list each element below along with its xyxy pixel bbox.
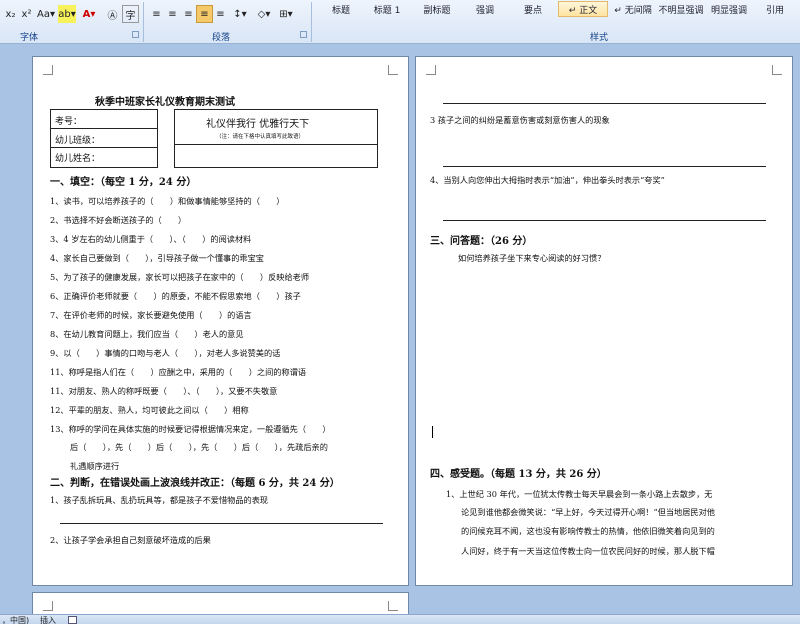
list-item: 的问候充耳不闻，这也没有影响传教士的热情，他依旧微笑着向见到的 [461, 526, 715, 536]
change-case-button[interactable]: Aa▾ [35, 5, 57, 23]
answer-line [60, 523, 383, 524]
macro-record-icon[interactable] [68, 616, 77, 624]
list-item: 礼遇顺序进行 [70, 461, 120, 471]
style-no-spacing[interactable]: ↵ 无间隔 [608, 1, 658, 17]
section-4-heading: 四、感受题。（每题 13 分，共 26 分） [430, 469, 607, 480]
list-item: 13、称呼的学问在具体实施的时候要记得根据情况来定，一般遵循先（ ） [50, 424, 331, 434]
distribute-button[interactable]: ≡ [212, 5, 229, 23]
list-item: 2、让孩子学会承担自己刻意破坏造成的后果 [50, 535, 211, 545]
answer-line [443, 166, 766, 167]
child-name-label: 幼儿姓名： [55, 154, 101, 164]
list-item: 3、4 岁左右的幼儿侧重于（ ）、（ ）的阅读材料 [50, 234, 252, 244]
style-subtitle[interactable]: 副标题 [412, 1, 462, 17]
highlight-button[interactable]: ab▾ [58, 5, 76, 23]
status-bar: ，中国) 插入 [0, 614, 800, 624]
group-separator [143, 2, 144, 42]
paragraph-dialog-launcher-icon[interactable] [300, 31, 307, 38]
style-quote[interactable]: 引用 [750, 1, 800, 17]
list-item: 后（ ），先（ ）后（ ），先（ ）后（ ），先疏后亲的 [70, 442, 328, 452]
crop-mark [43, 65, 53, 75]
language-indicator[interactable]: ，中国) [2, 615, 29, 624]
borders-button[interactable]: ⊞▾ [276, 5, 296, 23]
list-item: 4、当别人向您伸出大拇指时表示“加油”，伸出拳头时表示“夸奖” [430, 175, 665, 185]
enclose-char-button[interactable]: Ⓐ [104, 5, 121, 23]
list-item: 1、上世纪 30 年代，一位犹太传教士每天早晨会到一条小路上去散步，无 [446, 489, 713, 499]
style-intense-emphasis[interactable]: 明显强调 [704, 1, 754, 17]
crop-mark [43, 601, 53, 611]
list-item: 1、读书，可以培养孩子的（ ）和做事情能够坚持的（ ） [50, 196, 285, 206]
section-2-heading: 二、判断，在错误处画上波浪线并改正：（每题 6 分，共 24 分） [50, 478, 340, 489]
list-item: 3 孩子之间的纠纷是蓄意伤害或刻意伤害人的现象 [430, 115, 610, 125]
shading-button[interactable]: ◇▾ [254, 5, 274, 23]
motto-note: （注：请在下格中认真填写此致语） [216, 134, 305, 140]
align-left-button[interactable]: ≡ [148, 5, 165, 23]
document-page-3[interactable] [32, 592, 409, 616]
insert-mode-indicator[interactable]: 插入 [40, 615, 56, 624]
align-right-button[interactable]: ≡ [180, 5, 197, 23]
answer-line [443, 220, 766, 221]
style-heading[interactable]: 标题 [316, 1, 366, 17]
list-item: 8、在幼儿教育问题上，我们应当（ ）老人的意见 [50, 329, 244, 339]
page-title: 秋季中班家长礼仪教育期末测试 [95, 97, 235, 108]
list-item: 2、书选择不好会断送孩子的（ ） [50, 215, 187, 225]
class-label: 幼儿班级： [55, 136, 101, 146]
style-key-points[interactable]: 要点 [508, 1, 558, 17]
list-item: 5、为了孩子的健康发展，家长可以把孩子在家中的（ ）反映给老师 [50, 272, 310, 282]
list-item: 7、在评价老师的时候，家长要避免使用（ ）的语言 [50, 310, 252, 320]
exam-number-label: 考号： [55, 117, 83, 127]
crop-mark [772, 65, 782, 75]
crop-mark [388, 601, 398, 611]
answer-line [443, 103, 766, 104]
line-spacing-button[interactable]: ↕▾ [230, 5, 250, 23]
list-item: 11、称呼是指人们在（ ）应酬之中，采用的（ ）之间的称谓语 [50, 367, 307, 377]
styles-group-label: 样式 [590, 33, 609, 43]
group-separator [311, 2, 312, 42]
superscript-button[interactable]: x² [18, 5, 35, 23]
paragraph-group-label: 段落 [212, 33, 231, 43]
font-group-label: 字体 [20, 33, 39, 43]
align-center-button[interactable]: ≡ [164, 5, 181, 23]
motto-text: 礼仪伴我行 优雅行天下 [206, 119, 310, 130]
table-cell[interactable] [174, 144, 378, 168]
list-item: 9、以（ ）事情的口吻与老人（ ），对老人多说赞美的话 [50, 348, 281, 358]
list-item: 11、对朋友、熟人的称呼既要（ ）、（ ），又要不失敬意 [50, 386, 278, 396]
subscript-button[interactable]: x₂ [2, 5, 19, 23]
list-item: 12、平辈的朋友、熟人，均可彼此之间以（ ）相称 [50, 405, 249, 415]
question-text: 如何培养孩子坐下来专心阅读的好习惯？ [458, 253, 606, 263]
section-1-heading: 一、填空：（每空 1 分，24 分） [50, 177, 197, 188]
list-item: 论见到谁他都会微笑说：“早上好，今天过得开心啊！”但当地居民对他 [461, 507, 715, 517]
justify-button[interactable]: ≡ [196, 5, 213, 23]
ribbon: x₂ x² Aa▾ ab▾ A▾ Ⓐ 字 字体 ≡ ≡ ≡ ≡ ≡ ↕▾ ◇▾ … [0, 0, 800, 44]
style-normal[interactable]: ↵ 正文 [558, 1, 608, 17]
style-emphasis[interactable]: 强调 [460, 1, 510, 17]
list-item: 4、家长自己要做到（ ），引导孩子做一个懂事的乖宝宝 [50, 253, 264, 263]
char-border-button[interactable]: 字 [122, 5, 139, 23]
font-color-button[interactable]: A▾ [79, 5, 99, 23]
crop-mark [388, 65, 398, 75]
style-subtle-emphasis[interactable]: 不明显强调 [656, 1, 706, 17]
list-item: 1、孩子乱拆玩具、乱扔玩具等，都是孩子不爱惜物品的表现 [50, 495, 269, 505]
text-cursor [432, 426, 433, 438]
section-3-heading: 三、问答题：（26 分） [430, 236, 533, 247]
crop-mark [426, 65, 436, 75]
style-heading-1[interactable]: 标题 1 [362, 1, 412, 17]
list-item: 人问好，终于有一天当这位传教士向一位农民问好的时候，那人脱下帽 [461, 546, 715, 556]
font-dialog-launcher-icon[interactable] [132, 31, 139, 38]
list-item: 6、正确评价老师就要（ ）的原委，不能不假思索地（ ）孩子 [50, 291, 301, 301]
